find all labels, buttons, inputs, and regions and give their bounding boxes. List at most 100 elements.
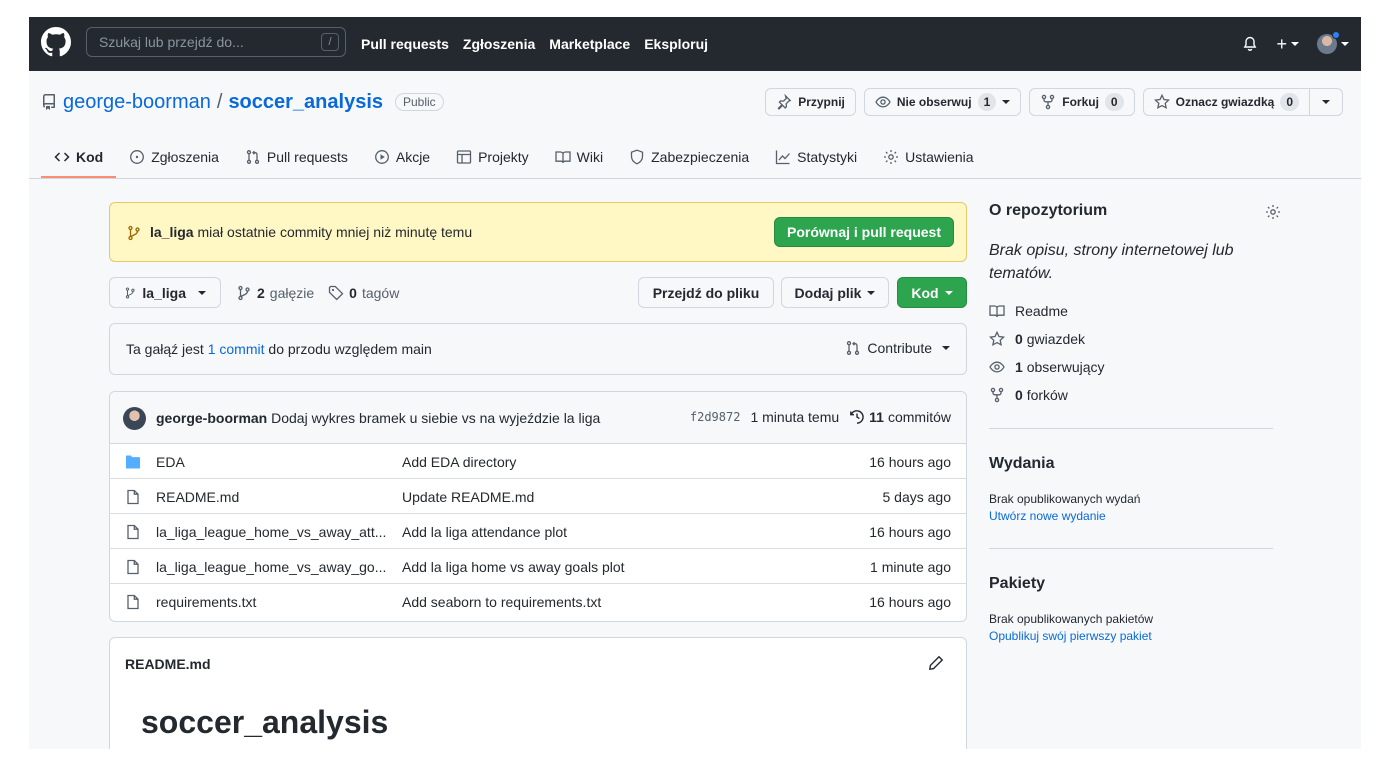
file-commit-message[interactable]: Add seaborn to requirements.txt (402, 594, 601, 610)
releases-title[interactable]: Wydania (989, 455, 1055, 473)
file-commit-time: 16 hours ago (869, 454, 951, 470)
nav-pull-requests[interactable]: Pull requests (361, 36, 449, 52)
star-list-dropdown[interactable] (1310, 88, 1343, 116)
bell-icon[interactable] (1242, 36, 1258, 52)
file-commit-message[interactable]: Add la liga attendance plot (402, 524, 567, 540)
tab-issues[interactable]: Zgłoszenia (116, 136, 232, 178)
readme-link[interactable]: Readme (989, 303, 1068, 319)
file-name-link[interactable]: la_liga_league_home_vs_away_att... (156, 524, 388, 540)
commit-history-link[interactable]: 11 commitów (849, 409, 951, 425)
search-input[interactable] (87, 28, 317, 56)
tab-label: Projekty (478, 149, 529, 165)
stars-label: gwiazdek (1026, 331, 1086, 347)
commit-sha-link[interactable]: f2d9872 (690, 410, 741, 424)
file-commit-message[interactable]: Add la liga home vs away goals plot (402, 559, 625, 575)
issue-icon (130, 150, 145, 164)
branch-icon (128, 225, 140, 241)
tab-projects[interactable]: Projekty (443, 136, 542, 178)
contribute-dropdown[interactable]: Contribute (845, 340, 950, 356)
repo-sidebar: O repozytorium Brak opisu, strony intern… (989, 202, 1280, 643)
watch-button[interactable]: Nie obserwuj 1 (863, 88, 1022, 116)
file-name-link[interactable]: README.md (156, 489, 388, 505)
user-menu-button[interactable] (1317, 31, 1349, 54)
file-icon (127, 524, 139, 540)
branch-selector[interactable]: la_liga (109, 277, 221, 308)
list-item[interactable]: la_liga_league_home_vs_away_go... Add la… (110, 549, 966, 584)
repo-path-separator: / (216, 90, 223, 113)
watch-counter: 1 (977, 93, 997, 111)
book-icon (989, 305, 1005, 318)
code-dropdown-button[interactable]: Kod (897, 277, 967, 308)
code-icon (54, 152, 70, 162)
commit-message-link[interactable]: Dodaj wykres bramek u siebie vs na wyjeź… (271, 410, 600, 426)
tags-link[interactable]: 0 tagów (328, 285, 399, 301)
repo-name-link[interactable]: soccer_analysis (228, 91, 383, 114)
ahead-commit-link[interactable]: 1 commit (208, 341, 265, 357)
go-to-file-button[interactable]: Przejdź do pliku (638, 277, 774, 308)
forks-link[interactable]: 0 forków (989, 387, 1068, 403)
star-button[interactable]: Oznacz gwiazdką 0 (1142, 88, 1310, 116)
fork-counter: 0 (1104, 93, 1124, 111)
avatar[interactable] (123, 407, 146, 430)
header-actions: + (1242, 17, 1349, 71)
file-name-link[interactable]: EDA (156, 454, 388, 470)
add-file-button[interactable]: Dodaj plik (781, 277, 889, 308)
branch-icon (238, 285, 250, 300)
nav-explore[interactable]: Eksploruj (644, 36, 708, 52)
tabs-divider (29, 178, 1361, 179)
star-counter: 0 (1280, 93, 1299, 111)
branch-tag-meta: 2 gałęzie 0 tagów (236, 277, 399, 308)
pin-button[interactable]: Przypnij (765, 88, 856, 116)
repo-owner-link[interactable]: george-boorman (63, 91, 211, 114)
branches-link[interactable]: 2 gałęzie (236, 285, 314, 301)
file-commit-message[interactable]: Add EDA directory (402, 454, 516, 470)
pin-label: Przypnij (798, 95, 845, 109)
file-commit-message[interactable]: Update README.md (402, 489, 534, 505)
stars-link[interactable]: 0 gwiazdek (989, 331, 1085, 347)
nav-marketplace[interactable]: Marketplace (549, 36, 630, 52)
list-item[interactable]: README.md Update README.md 5 days ago (110, 479, 966, 514)
tags-count: 0 (349, 284, 357, 301)
create-release-link[interactable]: Utwórz nowe wydanie (989, 509, 1106, 523)
global-search[interactable]: / (86, 27, 346, 57)
pencil-icon[interactable] (928, 655, 944, 671)
commit-count-label: commitów (887, 409, 951, 425)
create-new-button[interactable]: + (1276, 34, 1299, 55)
fork-button[interactable]: Forkuj 0 (1029, 88, 1135, 116)
tab-code[interactable]: Kod (41, 136, 117, 178)
tab-label: Statystyki (797, 149, 858, 165)
chevron-down-icon (1322, 100, 1330, 104)
star-button-group: Oznacz gwiazdką 0 (1142, 88, 1343, 116)
commit-author-link[interactable]: george-boorman (156, 410, 267, 426)
recent-push-text: la_liga miał ostatnie commity mniej niż … (150, 224, 472, 240)
sidebar-divider (989, 548, 1273, 549)
file-commit-time: 5 days ago (882, 489, 952, 505)
github-logo-icon[interactable] (41, 27, 71, 57)
gear-icon[interactable] (1265, 204, 1281, 220)
publish-package-link[interactable]: Opublikuj swój pierwszy pakiet (989, 629, 1152, 643)
file-name-link[interactable]: requirements.txt (156, 594, 388, 610)
list-item[interactable]: requirements.txt Add seaborn to requirem… (110, 584, 966, 619)
chevron-down-icon (1341, 42, 1349, 46)
packages-title[interactable]: Pakiety (989, 575, 1045, 593)
list-item[interactable]: la_liga_league_home_vs_away_att... Add l… (110, 514, 966, 549)
tab-wiki[interactable]: Wiki (542, 136, 616, 178)
add-file-label: Dodaj plik (794, 284, 862, 301)
readme-filename[interactable]: README.md (125, 656, 211, 672)
readme-heading: soccer_analysis (141, 704, 389, 740)
about-description: Brak opisu, strony internetowej lub tema… (989, 242, 1234, 282)
packages-empty-text: Brak opublikowanych pakietów (989, 612, 1154, 626)
chevron-down-icon (944, 290, 953, 295)
file-name-link[interactable]: la_liga_league_home_vs_away_go... (156, 559, 388, 575)
tab-security[interactable]: Zabezpieczenia (616, 136, 762, 178)
tab-actions[interactable]: Akcje (361, 136, 443, 178)
tab-pull-requests[interactable]: Pull requests (232, 136, 361, 178)
compare-pull-request-button[interactable]: Porównaj i pull request (774, 217, 954, 247)
nav-issues[interactable]: Zgłoszenia (463, 36, 535, 52)
list-item[interactable]: EDA Add EDA directory 16 hours ago (110, 444, 966, 479)
pull-request-icon (246, 150, 260, 164)
tab-settings[interactable]: Ustawienia (870, 136, 986, 178)
tab-insights[interactable]: Statystyki (762, 136, 870, 178)
chevron-down-icon (1002, 100, 1011, 104)
watchers-link[interactable]: 1 obserwujący (989, 359, 1105, 375)
